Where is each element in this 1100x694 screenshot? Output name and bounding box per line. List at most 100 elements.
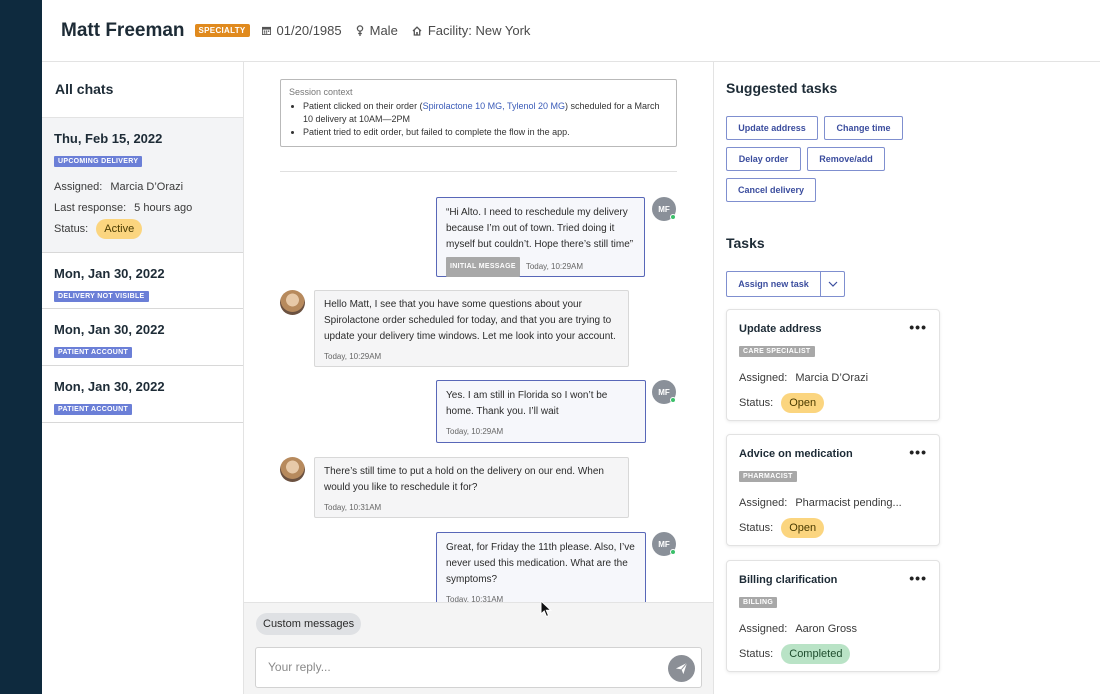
message-time: Today, 10:29AM: [324, 352, 382, 361]
task-card[interactable]: Advice on medication ••• PHARMACIST Assi…: [726, 434, 940, 546]
session-line: Patient clicked on their order (Spirolac…: [303, 100, 668, 126]
status-row: Status: Active: [54, 219, 231, 239]
dob-info: 01/20/1985: [261, 23, 342, 38]
chat-item-active[interactable]: Thu, Feb 15, 2022 UPCOMING DELIVERY Assi…: [42, 118, 243, 252]
assigned-row: Assigned: Marcia D’Orazi: [54, 181, 231, 193]
facility-text: Facility: New York: [427, 23, 531, 38]
assign-task-control: Assign new task: [726, 271, 845, 297]
change-time-button[interactable]: Change time: [824, 116, 903, 140]
status-label: Status:: [54, 223, 89, 235]
chat-date: Mon, Jan 30, 2022: [54, 379, 165, 394]
message-outgoing: Yes. I am still in Florida so I won’t be…: [436, 380, 646, 443]
patient-name: Matt Freeman: [61, 19, 185, 41]
initial-message-tag: INITIAL MESSAGE: [446, 257, 520, 277]
gender-icon: [356, 25, 363, 36]
status-badge: Open: [781, 518, 825, 538]
status-badge: Active: [96, 219, 143, 239]
message-text: Hello Matt, I see that you have some que…: [324, 299, 616, 342]
mouse-cursor-icon: [540, 600, 552, 618]
agent-avatar: [280, 290, 305, 315]
assigned-value: Marcia D’Orazi: [795, 372, 869, 384]
chat-item[interactable]: Mon, Jan 30, 2022 PATIENT ACCOUNT: [42, 366, 243, 423]
message-text: Great, for Friday the 11th please. Also,…: [446, 542, 635, 585]
update-address-button[interactable]: Update address: [726, 116, 818, 140]
session-context: Session context Patient clicked on their…: [280, 79, 677, 147]
status-badge: Completed: [781, 644, 851, 664]
assigned-row: Assigned: Pharmacist pending...: [739, 497, 902, 509]
send-icon: [675, 662, 688, 675]
chats-title: All chats: [42, 62, 243, 118]
task-tag: CARE SPECIALIST: [739, 346, 815, 357]
calendar-icon: [261, 26, 271, 35]
last-response-row: Last response: 5 hours ago: [54, 202, 231, 214]
chat-tag: UPCOMING DELIVERY: [54, 156, 143, 167]
task-title: Billing clarification: [739, 574, 838, 586]
gender-text: Male: [369, 23, 398, 38]
assign-new-task-button[interactable]: Assign new task: [727, 272, 821, 296]
task-tag: PHARMACIST: [739, 471, 797, 482]
message-incoming: There’s still time to put a hold on the …: [314, 457, 629, 518]
chat-tag: DELIVERY NOT VISIBLE: [54, 291, 149, 302]
suggested-tasks-title: Suggested tasks: [726, 80, 838, 96]
conversation-panel: Session context Patient clicked on their…: [244, 62, 714, 694]
facility-info: Facility: New York: [412, 23, 531, 38]
chat-date: Thu, Feb 15, 2022: [54, 131, 163, 146]
task-card[interactable]: Billing clarification ••• BILLING Assign…: [726, 560, 940, 672]
custom-messages-button[interactable]: Custom messages: [256, 613, 362, 635]
app-sidebar: [0, 0, 42, 694]
session-title: Session context: [289, 87, 353, 97]
message-text: There’s still time to put a hold on the …: [324, 466, 604, 493]
cancel-delivery-button[interactable]: Cancel delivery: [726, 178, 816, 202]
tasks-title: Tasks: [726, 235, 765, 251]
message-time: Today, 10:29AM: [525, 262, 584, 271]
last-response-value: 5 hours ago: [134, 202, 193, 214]
patient-avatar: MF: [652, 532, 676, 556]
session-line: Patient tried to edit order, but failed …: [303, 126, 668, 139]
message-text: “Hi Alto. I need to reschedule my delive…: [446, 207, 634, 250]
more-options-icon[interactable]: •••: [909, 445, 927, 459]
reply-box[interactable]: [255, 647, 702, 688]
specialty-badge: SPECIALTY: [194, 24, 250, 37]
chevron-down-icon: [828, 281, 837, 287]
chat-tag: PATIENT ACCOUNT: [54, 404, 133, 415]
divider: [280, 171, 677, 172]
message-incoming: Hello Matt, I see that you have some que…: [314, 290, 629, 367]
compose-area: Custom messages: [244, 602, 713, 694]
assigned-value: Marcia D’Orazi: [110, 181, 184, 193]
home-icon: [412, 25, 422, 36]
status-row: Status: Open: [739, 393, 927, 413]
status-badge: Open: [781, 393, 825, 413]
patient-avatar: MF: [652, 197, 676, 221]
send-button[interactable]: [668, 655, 695, 682]
chat-tag: PATIENT ACCOUNT: [54, 347, 133, 358]
more-options-icon[interactable]: •••: [909, 571, 927, 585]
message-outgoing: “Hi Alto. I need to reschedule my delive…: [436, 197, 645, 277]
task-card[interactable]: Update address ••• CARE SPECIALIST Assig…: [726, 309, 940, 421]
assigned-value: Aaron Gross: [795, 623, 858, 635]
dob-text: 01/20/1985: [276, 23, 342, 38]
delay-order-button[interactable]: Delay order: [726, 147, 801, 171]
assigned-row: Assigned: Aaron Gross: [739, 623, 858, 635]
patient-header: Matt Freeman SPECIALTY 01/20/1985 Male F…: [42, 0, 1100, 62]
chat-item[interactable]: Mon, Jan 30, 2022 PATIENT ACCOUNT: [42, 309, 243, 366]
message-time: Today, 10:29AM: [446, 427, 504, 436]
more-options-icon[interactable]: •••: [909, 320, 927, 334]
tasks-panel: Suggested tasks Update address Change ti…: [714, 62, 1100, 694]
task-title: Advice on medication: [739, 448, 853, 460]
task-title: Update address: [739, 323, 822, 335]
last-response-label: Last response:: [54, 202, 127, 214]
assigned-value: Pharmacist pending...: [795, 497, 902, 509]
remove-add-button[interactable]: Remove/add: [807, 147, 885, 171]
assign-dropdown-button[interactable]: [821, 272, 844, 296]
assigned-row: Assigned: Marcia D’Orazi: [739, 372, 869, 384]
chats-panel: All chats Thu, Feb 15, 2022 UPCOMING DEL…: [42, 62, 244, 694]
task-tag: BILLING: [739, 597, 778, 608]
order-link[interactable]: Spirolactone 10 MG, Tylenol 20 MG: [423, 101, 565, 111]
assigned-label: Assigned:: [54, 181, 103, 193]
chat-date: Mon, Jan 30, 2022: [54, 266, 165, 281]
message-outgoing: Great, for Friday the 11th please. Also,…: [436, 532, 646, 604]
chat-item[interactable]: Mon, Jan 30, 2022 DELIVERY NOT VISIBLE: [42, 252, 243, 309]
chat-date: Mon, Jan 30, 2022: [54, 322, 165, 337]
message-text: Yes. I am still in Florida so I won’t be…: [446, 390, 608, 417]
reply-input[interactable]: [268, 660, 648, 674]
